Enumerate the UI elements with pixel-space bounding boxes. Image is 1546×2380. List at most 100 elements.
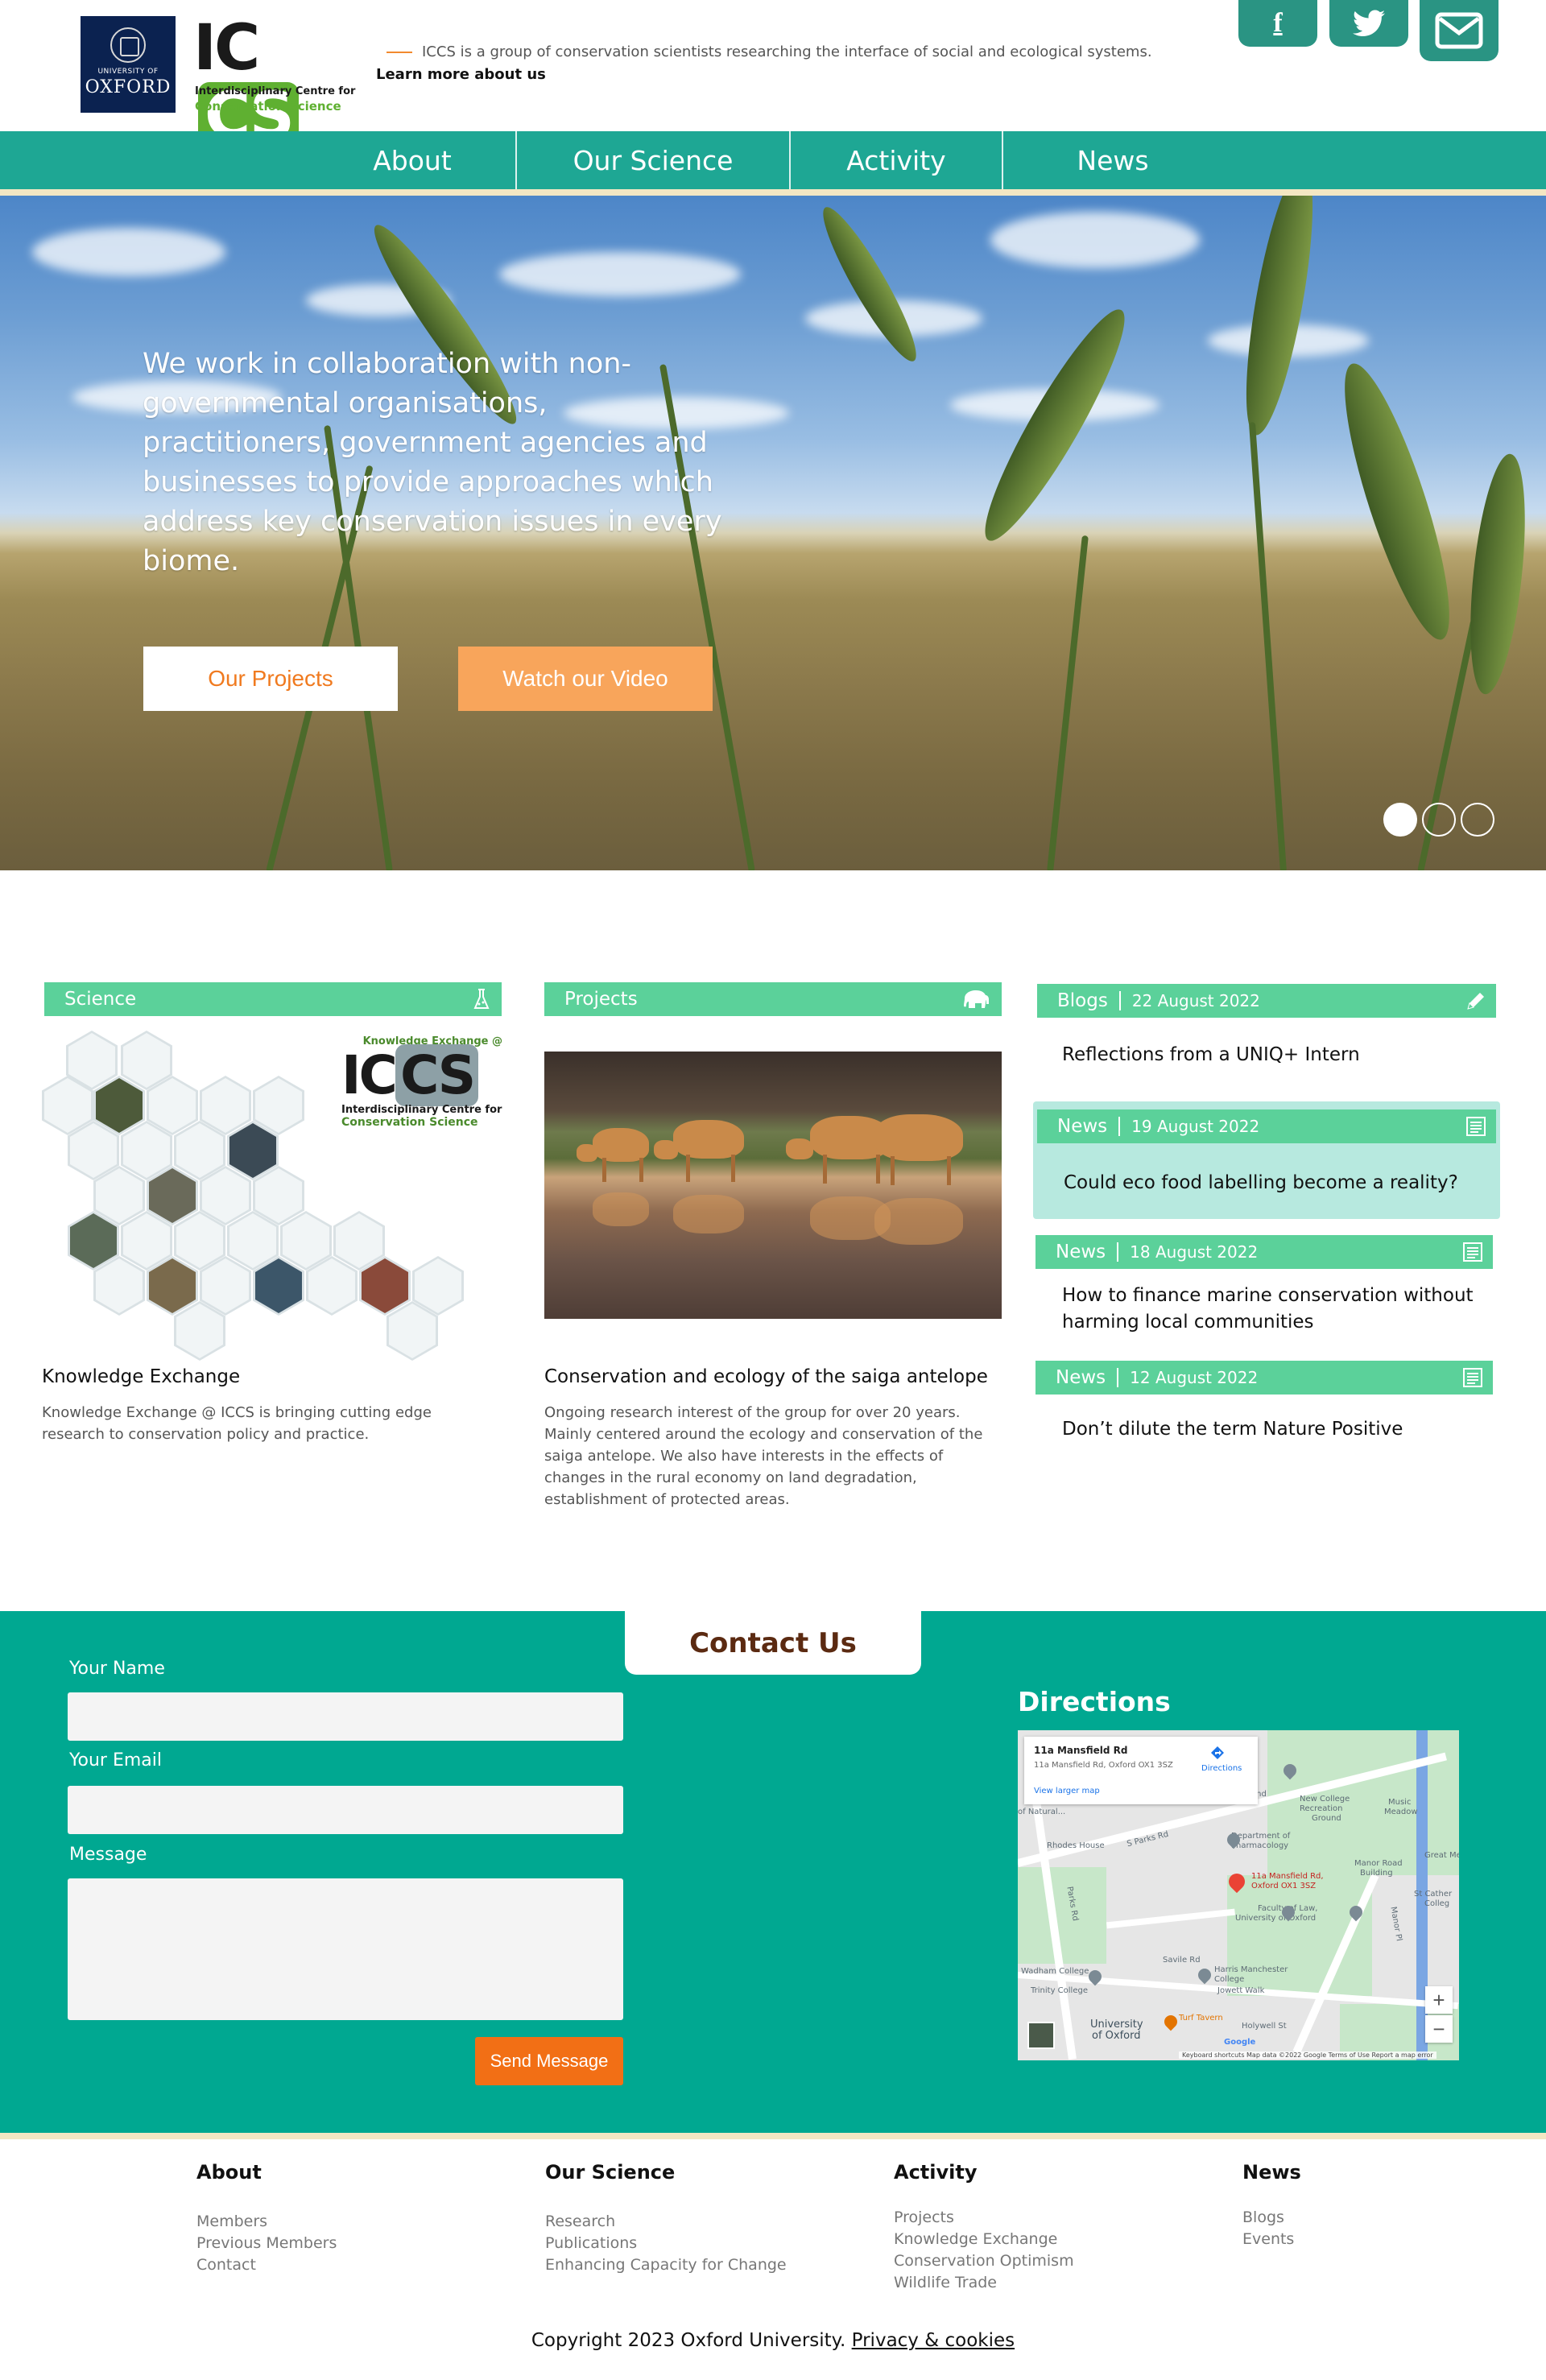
slide-dot-3[interactable]	[1461, 803, 1494, 837]
map-label: Holywell St	[1242, 2022, 1287, 2031]
our-projects-button[interactable]: Our Projects	[143, 647, 398, 711]
knowledge-exchange-image[interactable]: Knowledge Exchange @ ICCS Interdisciplin…	[42, 1029, 502, 1361]
view-larger-map-link[interactable]: View larger map	[1034, 1787, 1100, 1795]
nav-our-science[interactable]: Our Science	[517, 131, 789, 189]
learn-more-link[interactable]: Learn more about us	[376, 66, 546, 83]
footer-link-knowledge-exchange[interactable]: Knowledge Exchange	[894, 2230, 1057, 2248]
your-email-input[interactable]	[68, 1786, 623, 1834]
your-email-label: Your Email	[69, 1750, 162, 1771]
oxford-logo-oxford: OXFORD	[85, 77, 172, 97]
science-card-header[interactable]: Science	[44, 982, 502, 1016]
news-item-title[interactable]: Don’t dilute the term Nature Positive	[1062, 1416, 1403, 1443]
slide-dot-2[interactable]	[1422, 803, 1456, 837]
news-item-title[interactable]: How to finance marine conservation witho…	[1062, 1283, 1481, 1336]
map-label: Pharmacology	[1231, 1841, 1289, 1850]
hero-text: We work in collaboration with non-govern…	[143, 348, 722, 577]
footer-heading-news: News	[1242, 2161, 1301, 2184]
footer-link-blogs[interactable]: Blogs	[1242, 2209, 1284, 2226]
send-message-button[interactable]: Send Message	[475, 2037, 623, 2085]
google-map[interactable]: Rhodes House S Parks Rd Parks Rd of Natu…	[1018, 1730, 1459, 2060]
map-card-title: 11a Mansfield Rd	[1034, 1745, 1128, 1756]
saiga-reflection	[593, 1192, 649, 1226]
facebook-button[interactable]: f	[1238, 0, 1317, 47]
map-label: Recreation	[1300, 1804, 1343, 1813]
oxford-logo-university-of: UNIVERSITY OF	[97, 68, 159, 76]
map-poi-pin	[1161, 2012, 1180, 2031]
footer-link-contact[interactable]: Contact	[196, 2256, 256, 2274]
footer-link-publications[interactable]: Publications	[545, 2234, 637, 2252]
news-item-title[interactable]: Could eco food labelling become a realit…	[1064, 1170, 1458, 1196]
ke-logo-letters: ICCS	[341, 1044, 502, 1106]
saiga-leg	[602, 1158, 606, 1182]
privacy-cookies-link[interactable]: Privacy & cookies	[852, 2330, 1015, 2351]
map-zoom-out-button[interactable]: −	[1425, 2015, 1453, 2043]
footer-link-research[interactable]: Research	[545, 2213, 615, 2230]
news-item-header[interactable]: News 12 August 2022	[1035, 1361, 1493, 1395]
hero-banner: We work in collaboration with non-govern…	[0, 196, 1546, 870]
map-label: New College	[1300, 1795, 1350, 1804]
twitter-button[interactable]	[1329, 0, 1408, 47]
hero-cloud	[990, 212, 1200, 268]
news-item-header[interactable]: News 19 August 2022	[1037, 1109, 1496, 1143]
map-label: Meadow	[1384, 1808, 1418, 1816]
footer-link-members[interactable]: Members	[196, 2213, 267, 2230]
science-card-description: Knowledge Exchange @ ICCS is bringing cu…	[42, 1404, 432, 1443]
map-label: Ground	[1312, 1814, 1341, 1823]
email-button[interactable]	[1420, 0, 1498, 61]
footer-stripe	[0, 2133, 1546, 2139]
saiga-reflection	[673, 1195, 744, 1233]
footer-link-previous-members[interactable]: Previous Members	[196, 2234, 337, 2252]
saiga-leg	[639, 1158, 643, 1182]
saiga-head	[577, 1144, 597, 1162]
projects-card-label: Projects	[564, 989, 638, 1010]
map-label: Turf Tavern	[1179, 2014, 1223, 2023]
footer-link-enhancing-capacity[interactable]: Enhancing Capacity for Change	[545, 2256, 787, 2274]
news-item-type: News	[1056, 1367, 1106, 1388]
saiga-body	[874, 1114, 963, 1161]
copyright-text: Copyright 2023 Oxford University.	[531, 2330, 846, 2351]
oxford-logo[interactable]: UNIVERSITY OF OXFORD	[81, 16, 176, 113]
map-label: Jowett Walk	[1217, 1986, 1265, 1995]
news-item-title[interactable]: Reflections from a UNIQ+ Intern	[1062, 1042, 1360, 1068]
grass-ear	[1325, 354, 1469, 649]
map-label: Colleg	[1424, 1899, 1450, 1908]
hero-cloud	[499, 252, 741, 296]
ke-logo-ic: IC	[341, 1044, 398, 1106]
saiga-leg	[947, 1156, 951, 1185]
iccs-logo-ic: IC	[193, 12, 260, 85]
your-name-input[interactable]	[68, 1692, 623, 1741]
iccs-logo[interactable]: ICCS Interdisciplinary Centre for Conser…	[193, 14, 358, 150]
saiga-leg	[891, 1156, 895, 1185]
saiga-antelope-image[interactable]	[544, 1052, 1002, 1319]
footer-link-projects[interactable]: Projects	[894, 2209, 954, 2226]
slide-dot-1[interactable]	[1383, 803, 1417, 837]
map-label: Manor Road	[1354, 1859, 1403, 1868]
watch-video-button[interactable]: Watch our Video	[458, 647, 713, 711]
projects-card-title[interactable]: Conservation and ecology of the saiga an…	[544, 1366, 988, 1387]
footer-link-wildlife-trade[interactable]: Wildlife Trade	[894, 2274, 997, 2291]
footer-heading-our-science: Our Science	[545, 2161, 676, 2184]
directions-heading: Directions	[1018, 1686, 1171, 1717]
map-directions-link[interactable]: Directions	[1201, 1764, 1242, 1773]
projects-card-header[interactable]: Projects	[544, 982, 1002, 1016]
newspaper-icon	[1463, 1242, 1482, 1262]
news-item-header[interactable]: News 18 August 2022	[1035, 1235, 1493, 1269]
iccs-logo-letters: ICCS	[193, 14, 358, 150]
footer-link-conservation-optimism[interactable]: Conservation Optimism	[894, 2252, 1074, 2270]
map-label: University	[1090, 2018, 1143, 2031]
map-satellite-toggle[interactable]	[1027, 2022, 1055, 2049]
footer-link-events[interactable]: Events	[1242, 2230, 1294, 2248]
nav-news[interactable]: News	[1003, 131, 1222, 189]
directions-icon[interactable]	[1209, 1745, 1226, 1761]
ke-logo-cs: CS	[395, 1044, 479, 1106]
message-textarea[interactable]	[68, 1878, 623, 2020]
saiga-reflection	[874, 1198, 963, 1245]
map-zoom-in-button[interactable]: +	[1425, 1986, 1453, 2014]
news-item-header[interactable]: Blogs 22 August 2022	[1037, 984, 1496, 1018]
map-label: St Cather	[1414, 1890, 1453, 1899]
nav-about[interactable]: About	[309, 131, 515, 189]
map-label: Manor Pl	[1388, 1906, 1403, 1942]
science-card-title[interactable]: Knowledge Exchange	[42, 1366, 240, 1387]
map-label: Savile Rd	[1163, 1956, 1201, 1965]
nav-activity[interactable]: Activity	[791, 131, 1002, 189]
